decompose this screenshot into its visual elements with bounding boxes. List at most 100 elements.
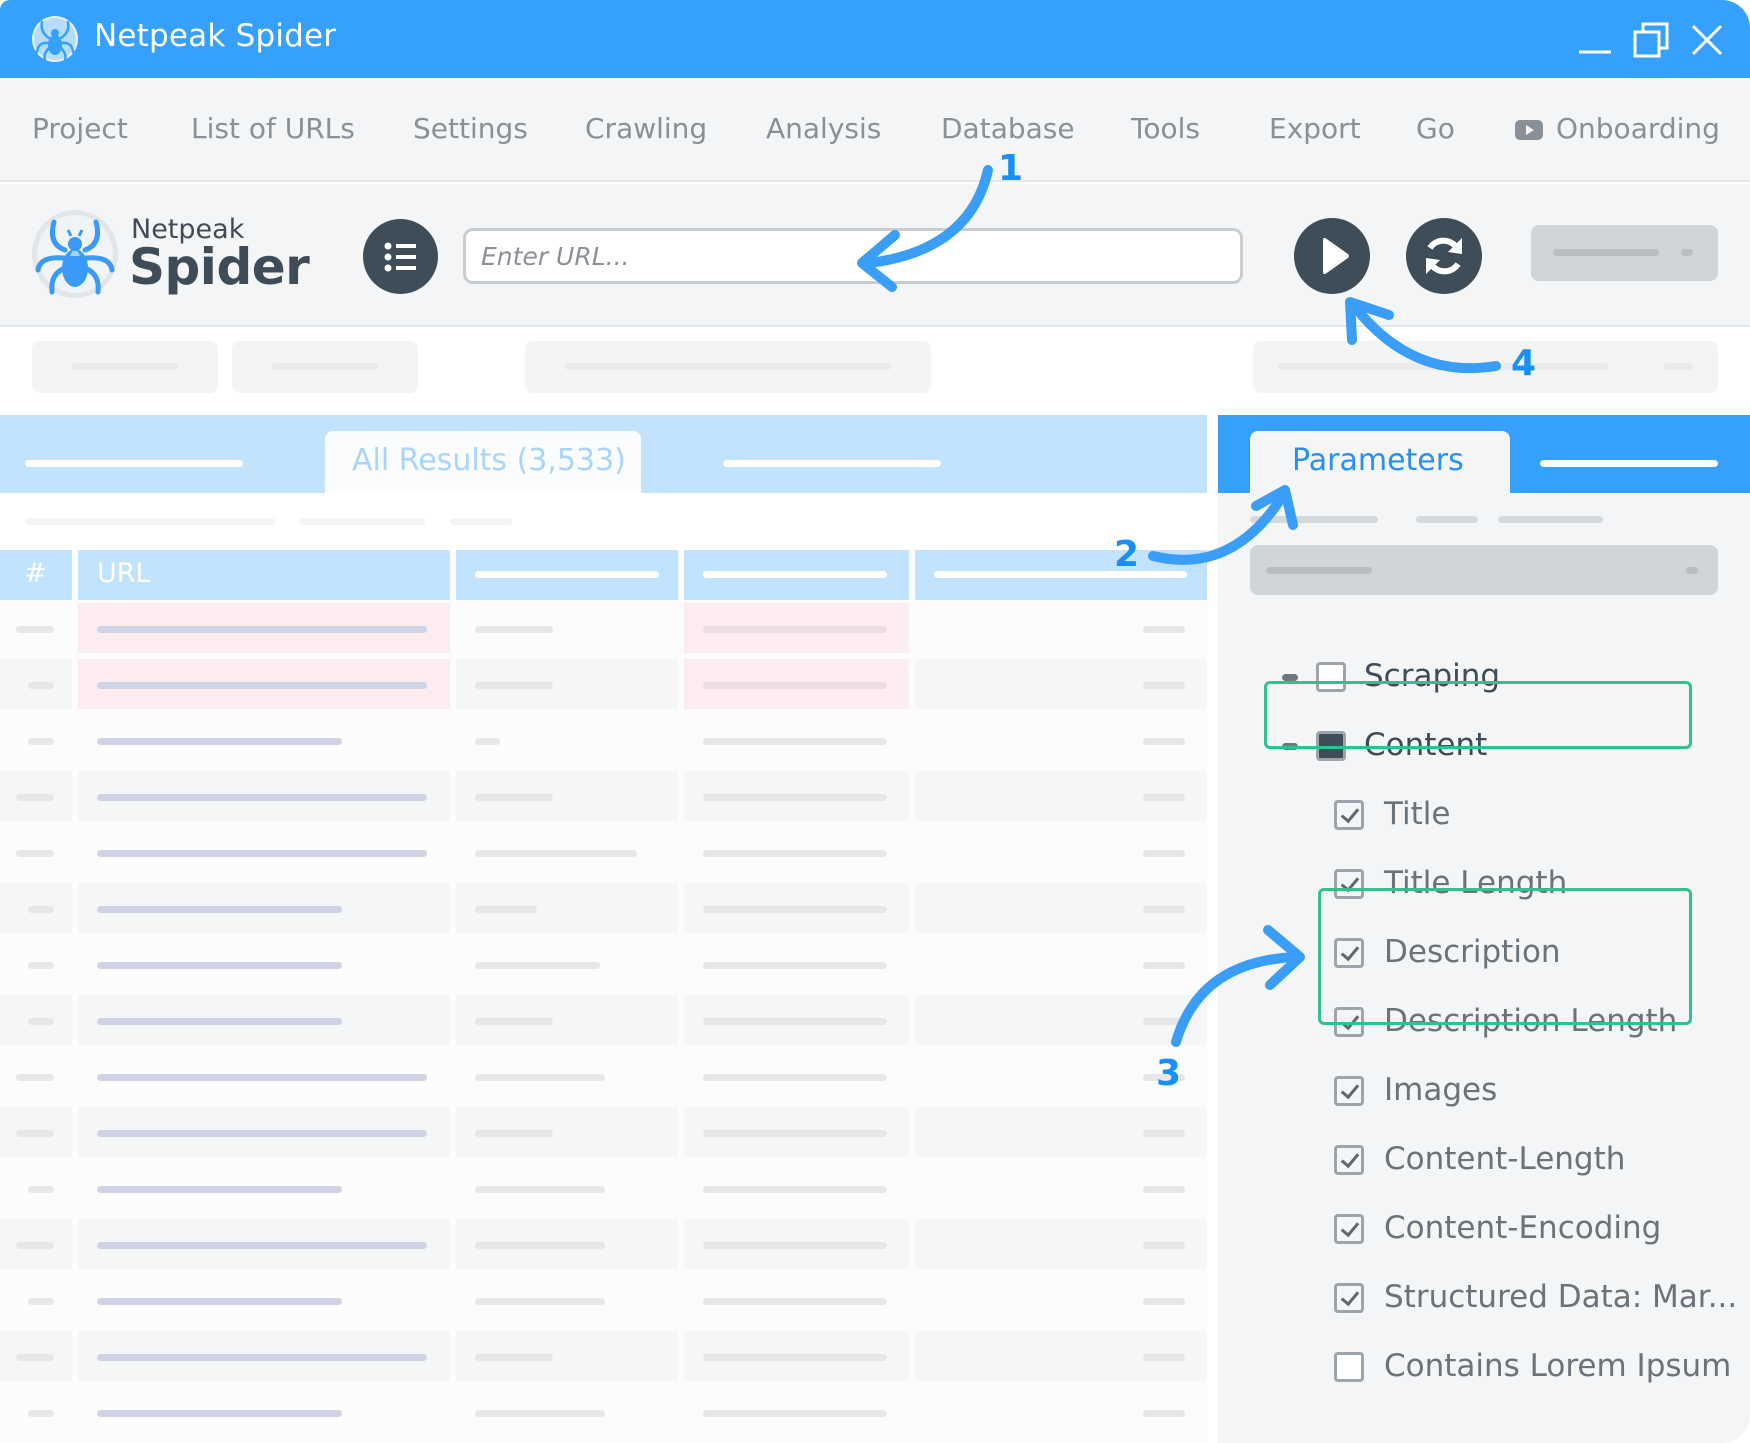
table-row[interactable]: [0, 768, 1207, 824]
placeholder-text: [703, 1186, 887, 1193]
table-cell: [0, 1219, 72, 1269]
table-row[interactable]: [0, 824, 1207, 880]
placeholder-text: [1143, 626, 1185, 633]
menu-tools[interactable]: Tools: [1131, 112, 1200, 145]
table-cell: [456, 827, 678, 877]
placeholder-text: [475, 1242, 605, 1249]
placeholder-button[interactable]: [525, 341, 931, 393]
tab-placeholder[interactable]: [723, 460, 941, 467]
tab-all-results[interactable]: All Results (3,533): [325, 431, 641, 493]
placeholder-text: [475, 1354, 553, 1361]
placeholder-text: [475, 1410, 605, 1417]
tree-item-label: Contains Lorem Ipsum: [1384, 1348, 1732, 1384]
table-cell: [915, 883, 1207, 933]
table-cell: [684, 603, 909, 653]
placeholder-button[interactable]: [232, 341, 418, 393]
column-header-url[interactable]: URL: [78, 550, 450, 600]
column-header[interactable]: [456, 550, 678, 600]
column-header-number[interactable]: #: [0, 550, 72, 600]
tree-item-label: Structured Data: Mar...: [1384, 1279, 1738, 1315]
table-row[interactable]: [0, 936, 1207, 992]
table-row[interactable]: [0, 1384, 1207, 1440]
column-header[interactable]: [684, 550, 909, 600]
start-crawl-button[interactable]: [1294, 218, 1370, 294]
tree-item-content-encoding[interactable]: Content-Encoding: [1218, 1200, 1750, 1260]
placeholder-dot: [1681, 249, 1693, 256]
table-row[interactable]: [0, 1216, 1207, 1272]
list-menu-button[interactable]: [363, 219, 438, 294]
table-row[interactable]: [0, 880, 1207, 936]
placeholder-button[interactable]: [1253, 341, 1718, 393]
parameters-search-input[interactable]: [1250, 545, 1718, 595]
checkbox[interactable]: [1334, 1076, 1364, 1106]
menu-list-of-urls[interactable]: List of URLs: [191, 112, 355, 145]
table-cell: [684, 1331, 909, 1381]
url-cell: [78, 1051, 450, 1101]
tab-parameters[interactable]: Parameters: [1250, 431, 1510, 493]
table-cell: [0, 1275, 72, 1325]
minimize-button[interactable]: [1573, 18, 1617, 62]
tree-item-structured-data-mar[interactable]: Structured Data: Mar...: [1218, 1269, 1750, 1329]
window-title: Netpeak Spider: [94, 18, 337, 54]
url-input[interactable]: [463, 228, 1243, 284]
placeholder-text: [16, 626, 54, 633]
menu-project[interactable]: Project: [32, 112, 128, 145]
tree-item-contains-lorem-ipsum[interactable]: Contains Lorem Ipsum: [1218, 1338, 1750, 1398]
placeholder-text: [16, 1354, 54, 1361]
placeholder-text: [16, 1074, 54, 1081]
tree-item-title[interactable]: Title: [1218, 786, 1750, 846]
placeholder-text: [1143, 1410, 1185, 1417]
tree-item-content-length[interactable]: Content-Length: [1218, 1131, 1750, 1191]
placeholder-text: [28, 906, 54, 913]
table-row[interactable]: [0, 1272, 1207, 1328]
menu-onboarding[interactable]: Onboarding: [1556, 112, 1720, 145]
checkbox[interactable]: [1334, 1283, 1364, 1313]
checkbox[interactable]: [1334, 1214, 1364, 1244]
table-cell: [684, 827, 909, 877]
url-cell: [78, 1331, 450, 1381]
table-row[interactable]: [0, 600, 1207, 656]
table-row[interactable]: [0, 992, 1207, 1048]
placeholder-dropdown[interactable]: [1531, 225, 1718, 281]
placeholder-button[interactable]: [32, 341, 218, 393]
placeholder-text: [97, 1018, 342, 1025]
menu-crawling[interactable]: Crawling: [585, 112, 707, 145]
url-cell: [78, 1387, 450, 1437]
table-cell: [915, 995, 1207, 1045]
table-cell: [684, 1107, 909, 1157]
table-cell: [456, 1331, 678, 1381]
table-row[interactable]: [0, 656, 1207, 712]
tab-placeholder[interactable]: [25, 460, 243, 467]
placeholder-text: [1143, 850, 1185, 857]
tab-placeholder[interactable]: [1540, 460, 1718, 467]
close-button[interactable]: [1685, 18, 1729, 62]
checkbox[interactable]: [1334, 800, 1364, 830]
column-header[interactable]: [915, 550, 1207, 600]
table-row[interactable]: [0, 1048, 1207, 1104]
checkbox[interactable]: [1334, 1352, 1364, 1382]
table-cell: [0, 1107, 72, 1157]
menu-analysis[interactable]: Analysis: [766, 112, 881, 145]
menu-database[interactable]: Database: [941, 112, 1075, 145]
table-row[interactable]: [0, 712, 1207, 768]
restore-button[interactable]: [1629, 18, 1673, 62]
table-cell: [0, 1331, 72, 1381]
toolbar: Netpeak Spider: [0, 184, 1750, 327]
placeholder-text: [703, 1298, 887, 1305]
table-row[interactable]: [0, 1160, 1207, 1216]
checkbox[interactable]: [1334, 1145, 1364, 1175]
spider-logo-icon: [30, 208, 120, 300]
menu-export[interactable]: Export: [1269, 112, 1361, 145]
table-cell: [456, 883, 678, 933]
placeholder-text: [475, 682, 553, 689]
table-row[interactable]: [0, 1104, 1207, 1160]
menu-go[interactable]: Go: [1416, 112, 1455, 145]
placeholder-text: [97, 682, 427, 689]
menu-settings[interactable]: Settings: [413, 112, 528, 145]
placeholder-text: [97, 1130, 427, 1137]
restart-crawl-button[interactable]: [1406, 218, 1482, 294]
placeholder-text: [703, 1410, 887, 1417]
collapse-icon[interactable]: [1282, 674, 1298, 681]
table-row[interactable]: [0, 1328, 1207, 1384]
tree-item-images[interactable]: Images: [1218, 1062, 1750, 1122]
